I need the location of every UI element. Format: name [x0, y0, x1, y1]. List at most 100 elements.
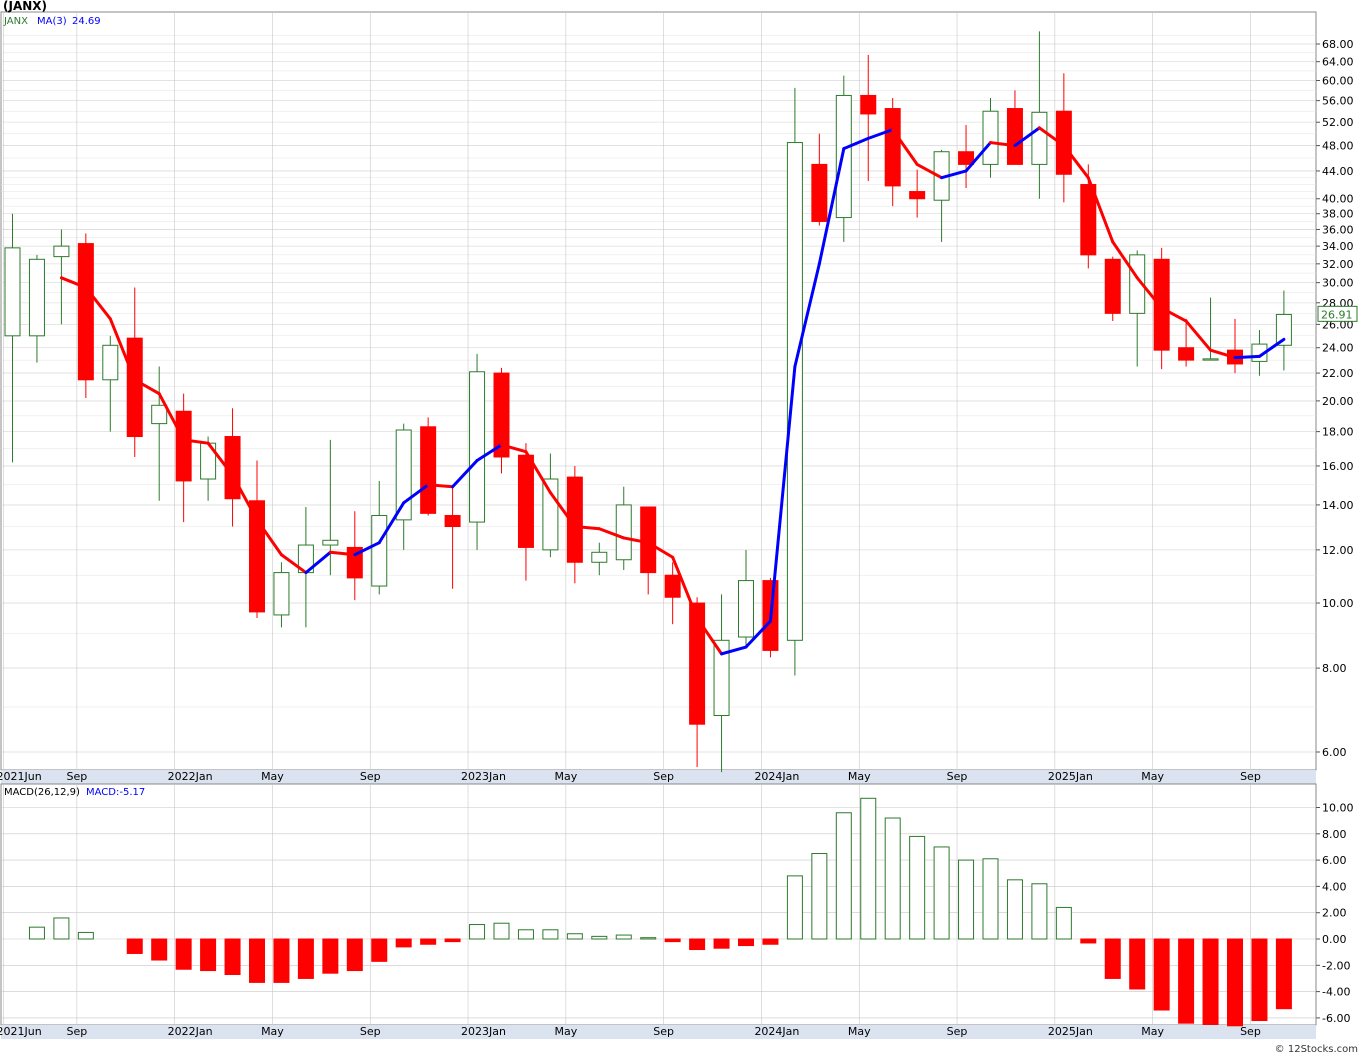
price-tick-label: 10.00 [1322, 597, 1354, 610]
x-axis-label: May [554, 770, 577, 783]
candle-body [1153, 258, 1170, 351]
price-tick-label: 40.00 [1322, 193, 1354, 206]
x-axis-label: 2025Jan [1048, 770, 1093, 783]
candle-body [835, 94, 852, 219]
candle-body [469, 371, 486, 523]
ma-segment [1233, 354, 1261, 360]
x-axis-label: 2023Jan [461, 770, 506, 783]
macd-bar [1275, 938, 1292, 1010]
candle-body [151, 404, 168, 425]
macd-bar [1202, 938, 1219, 1025]
macd-bar [542, 929, 559, 940]
last-price-label: 26.91 [1321, 308, 1353, 321]
x-axis-label: Sep [653, 770, 674, 783]
candle-body [640, 506, 657, 574]
macd-bar [909, 835, 926, 940]
macd-panel-frame [0, 783, 1317, 1026]
macd-bar [126, 938, 143, 954]
price-tick-label: 38.00 [1322, 208, 1354, 221]
macd-bar [420, 938, 437, 945]
macd-tick-label: 4.00 [1322, 880, 1347, 893]
macd-bar [322, 938, 339, 974]
macd-tick-label: 10.00 [1322, 802, 1354, 815]
macd-bar [395, 938, 412, 948]
price-tick-label: 36.00 [1322, 223, 1354, 236]
x-axis-label: Sep [360, 1025, 381, 1038]
macd-bar [469, 924, 486, 940]
candle-body [615, 504, 632, 561]
x-axis-label: Sep [360, 770, 381, 783]
x-axis-label: 2022Jan [168, 1025, 213, 1038]
macd-bar [566, 933, 583, 940]
candle-body [1031, 111, 1048, 165]
x-axis-label: Sep [653, 1025, 674, 1038]
price-tick-label: 24.00 [1322, 342, 1354, 355]
candle-body [395, 429, 412, 521]
candle-body [28, 258, 45, 337]
candle-body [1178, 347, 1195, 361]
candle-body [811, 163, 828, 222]
chart-canvas: 6.00 8.00 10.00 12.00 14.00 16.00 18.00 20.00 22… [0, 0, 1358, 1055]
macd-bar [77, 931, 94, 940]
candle-body [786, 142, 803, 641]
candle-body [958, 151, 975, 165]
macd-bar [664, 938, 681, 943]
macd-bar [1031, 883, 1048, 940]
macd-bar [175, 938, 192, 970]
legend-ma-value: 24.69 [72, 16, 101, 27]
macd-bar [738, 938, 754, 947]
price-panel-frame [0, 11, 1317, 771]
x-axis-label: May [848, 770, 871, 783]
candle-body [273, 572, 290, 616]
price-tick-label: 34.00 [1322, 240, 1354, 253]
macd-bar [346, 938, 363, 972]
price-tick-label: 44.00 [1322, 165, 1354, 178]
macd-bar [884, 817, 901, 940]
candle-body [371, 515, 388, 587]
x-axis-label: 2021Jun [0, 1025, 42, 1038]
candle-body [420, 426, 437, 514]
candle-body [591, 551, 608, 563]
ma-segment [426, 483, 455, 489]
macd-legend-label: MACD(26,12,9) [4, 787, 80, 798]
candle-body [1006, 108, 1023, 165]
macd-bar [860, 797, 877, 940]
macd-bar [200, 938, 217, 972]
macd-bar [53, 917, 70, 940]
macd-bar [933, 846, 950, 940]
macd-bar [297, 938, 314, 979]
macd-bar [444, 938, 461, 943]
candle-body [53, 245, 70, 258]
x-axis-label: May [261, 1025, 284, 1038]
x-axis-label: 2022Jan [168, 770, 213, 783]
macd-bar [640, 937, 657, 940]
candle-body [1202, 358, 1219, 361]
macd-bar [1153, 938, 1170, 1011]
candle-body [982, 110, 999, 165]
macd-bar [1227, 938, 1243, 1027]
macd-bar [835, 812, 852, 940]
x-axis-label: 2024Jan [754, 1025, 799, 1038]
macd-bar [493, 922, 510, 940]
price-tick-label: 16.00 [1322, 460, 1354, 473]
price-tick-label: 64.00 [1322, 56, 1354, 69]
x-axis-label: May [1141, 1025, 1164, 1038]
x-axis-label: Sep [66, 770, 87, 783]
legend-ma-label: MA(3) [37, 16, 67, 27]
macd-bar [811, 853, 828, 940]
price-tick-label: 20.00 [1322, 395, 1354, 408]
candle-body [322, 539, 339, 546]
macd-bar [591, 935, 608, 940]
x-axis-label: May [554, 1025, 577, 1038]
candle-body [102, 344, 119, 381]
price-tick-label: 56.00 [1322, 95, 1354, 108]
macd-tick-label: 0.00 [1322, 933, 1347, 946]
price-axis-ticks: 6.00 8.00 10.00 12.00 14.00 16.00 18.00 20.00 22… [1316, 38, 1354, 759]
legend-symbol: JANX [3, 16, 28, 27]
macd-tick-label: -6.00 [1322, 1012, 1350, 1025]
candle-body [77, 243, 94, 381]
price-tick-label: 18.00 [1322, 426, 1354, 439]
price-tick-label: 52.00 [1322, 116, 1354, 129]
candle-body [884, 108, 901, 187]
macd-bar [273, 938, 290, 983]
